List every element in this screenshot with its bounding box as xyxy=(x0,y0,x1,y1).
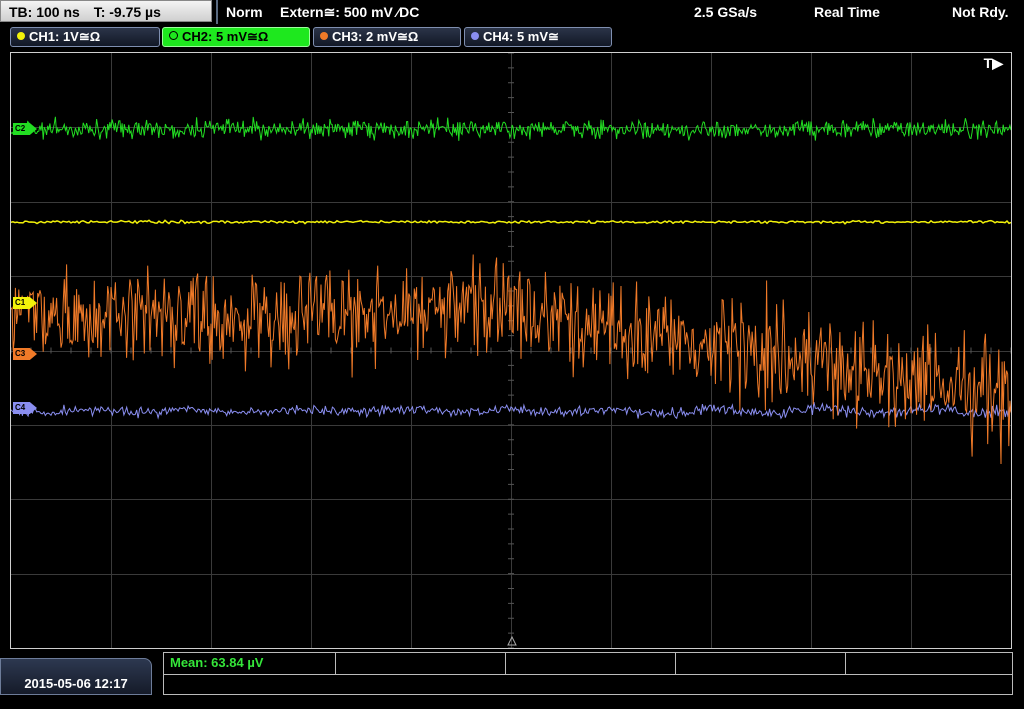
measurement-cell[interactable] xyxy=(506,653,676,674)
measurement-cell[interactable] xyxy=(676,653,846,674)
mean-measurement: Mean: 63.84 µV xyxy=(170,655,264,670)
top-status-bar: TB: 100 ns T: -9.75 µs Norm Extern≅: 500… xyxy=(0,0,1024,24)
acquisition-mode[interactable]: Real Time xyxy=(814,0,880,24)
trigger-mode[interactable]: Norm xyxy=(226,0,263,24)
channel-4-label: CH4: 5 mV≅ xyxy=(483,29,559,44)
sample-rate[interactable]: 2.5 GSa/s xyxy=(694,0,757,24)
channel-3-tab[interactable]: CH3: 2 mV≅Ω xyxy=(313,27,461,47)
channel-1-color-dot xyxy=(17,32,25,40)
channel-2-color-dot xyxy=(169,31,178,40)
trigger-offset-readout: T: -9.75 µs xyxy=(93,4,161,20)
channel-1-tab[interactable]: CH1: 1V≅Ω xyxy=(10,27,160,47)
channel-2-tab[interactable]: CH2: 5 mV≅Ω xyxy=(162,27,310,47)
channel-4-color-dot xyxy=(471,32,479,40)
trigger-indicator: T▶ xyxy=(983,55,1003,71)
channel-3-label: CH3: 2 mV≅Ω xyxy=(332,29,419,44)
channel-3-color-dot xyxy=(320,32,328,40)
waveform-display[interactable]: T▶ C2 C1 C3 C4 xyxy=(10,52,1012,649)
trigger-source[interactable]: Extern≅: 500 mV ⁄DC xyxy=(280,0,419,24)
timebase-box[interactable]: TB: 100 ns T: -9.75 µs xyxy=(0,0,212,22)
measurement-cell[interactable] xyxy=(336,653,506,674)
bottom-bar: 2015-05-06 12:17 Mean: 63.84 µV xyxy=(0,652,1024,695)
channel-1-label: CH1: 1V≅Ω xyxy=(29,29,101,44)
waveform-canvas[interactable] xyxy=(11,53,1011,648)
acquisition-status: Not Rdy. xyxy=(952,4,1009,20)
date-time-display[interactable]: 2015-05-06 12:17 xyxy=(0,658,152,695)
channel-tab-bar: CH1: 1V≅Ω CH2: 5 mV≅Ω CH3: 2 mV≅Ω CH4: 5… xyxy=(0,25,1024,49)
measurement-divider xyxy=(164,674,1012,675)
measurement-table: Mean: 63.84 µV xyxy=(163,652,1013,695)
channel-4-tab[interactable]: CH4: 5 mV≅ xyxy=(464,27,612,47)
top-separator xyxy=(216,0,218,24)
timebase-readout: TB: 100 ns xyxy=(9,4,80,20)
channel-2-label: CH2: 5 mV≅Ω xyxy=(182,29,269,44)
graticule xyxy=(11,53,1011,648)
